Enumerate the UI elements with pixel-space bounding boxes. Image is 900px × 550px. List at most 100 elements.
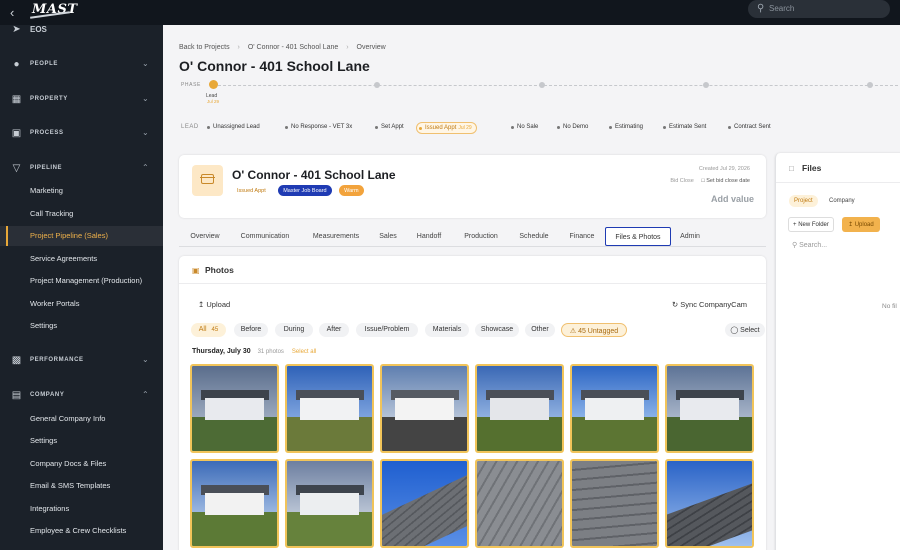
tab-handoff[interactable]: Handoff [412, 227, 446, 246]
photo-thumbnail[interactable] [190, 459, 279, 548]
back-arrow-icon[interactable]: ‹ [10, 5, 14, 20]
sidebar-item-company-settings[interactable]: Settings [0, 431, 163, 451]
photo-thumbnail[interactable] [285, 364, 374, 453]
files-search-placeholder: Search... [799, 242, 828, 249]
project-icon-box [192, 165, 223, 196]
photo-thumbnail[interactable] [190, 364, 279, 453]
people-icon: ● [13, 59, 20, 70]
sync-icon: ↻ [671, 300, 679, 309]
upload-photos-button[interactable]: ↥ Upload [198, 300, 230, 309]
lead-stage[interactable]: No Demo [555, 122, 592, 134]
sidebar-item-worker-portals[interactable]: Worker Portals [0, 294, 163, 314]
filter-chip-during[interactable]: During [275, 323, 313, 337]
lead-stage[interactable]: Unassigned Lead [205, 122, 264, 134]
temperature-badge[interactable]: Warm [339, 185, 364, 196]
select-button[interactable]: ◯ Select [725, 323, 765, 337]
lead-stage-active[interactable]: Issued Appt Jul 29 [416, 122, 477, 134]
photo-thumbnail[interactable] [380, 364, 469, 453]
sidebar-section-process[interactable]: ▣ PROCESS ⌄ [0, 124, 163, 144]
files-tab-project[interactable]: Project [789, 195, 818, 207]
sidebar-item-integrations[interactable]: Integrations [0, 499, 163, 519]
sidebar-item-label: Company Docs & Files [30, 459, 107, 468]
lead-stage[interactable]: No Response - VET 3x [283, 122, 356, 134]
board-badge[interactable]: Master Job Board [278, 185, 332, 196]
chevron-up-icon: ⌃ [142, 163, 149, 172]
tab-sales[interactable]: Sales [376, 227, 400, 246]
sidebar-item-call-tracking[interactable]: Call Tracking [0, 204, 163, 224]
sidebar-item-email-sms-templates[interactable]: Email & SMS Templates [0, 476, 163, 496]
lead-stage-label: LEAD [181, 124, 199, 130]
sidebar-section-eos[interactable]: ➤ EOS [0, 20, 163, 40]
sidebar-section-people[interactable]: ● PEOPLE ⌄ [0, 55, 163, 75]
filter-chip-materials[interactable]: Materials [425, 323, 469, 337]
filter-chip-all[interactable]: All 45 [191, 323, 226, 337]
photo-thumbnail[interactable] [380, 459, 469, 548]
folder-icon [200, 174, 215, 184]
photo-thumbnail[interactable] [285, 459, 374, 548]
tab-communication[interactable]: Communication [235, 227, 295, 246]
photo-thumbnail[interactable] [665, 364, 754, 453]
filter-chip-issue[interactable]: Issue/Problem [356, 323, 418, 337]
lead-stage[interactable]: Set Appt [373, 122, 408, 134]
photo-thumbnail[interactable] [665, 459, 754, 548]
sidebar-item-project-management[interactable]: Project Management (Production) [0, 271, 163, 291]
lead-stage-active-label: Issued Appt [425, 125, 457, 131]
tab-finance[interactable]: Finance [565, 227, 599, 246]
breadcrumb-back-link[interactable]: Back to Projects [179, 44, 230, 51]
files-search[interactable]: ⚲ Search... [792, 241, 827, 249]
sidebar-section-pipeline[interactable]: ▽ PIPELINE ⌃ [0, 159, 163, 179]
status-badge[interactable]: Issued Appt [232, 185, 271, 196]
filter-chip-untagged[interactable]: ⚠ 45 Untagged [561, 323, 627, 337]
tab-admin[interactable]: Admin [676, 227, 704, 246]
lead-stage[interactable]: No Sale [509, 122, 542, 134]
filter-chip-label: All [198, 326, 207, 333]
tab-schedule[interactable]: Schedule [515, 227, 553, 246]
breadcrumb-project-link[interactable]: O' Connor - 401 School Lane [248, 44, 338, 51]
files-upload-button[interactable]: ↥ Upload [842, 217, 880, 232]
sidebar-item-project-pipeline[interactable]: Project Pipeline (Sales) [0, 226, 163, 246]
phase-step[interactable] [867, 82, 873, 88]
lead-stage[interactable]: Estimate Sent [661, 122, 710, 134]
photo-date-heading: Thursday, July 30 [192, 348, 251, 355]
sidebar-item-crew-checklists[interactable]: Employee & Crew Checklists [0, 521, 163, 541]
sidebar-item-marketing[interactable]: Marketing [0, 181, 163, 201]
tab-files-photos[interactable]: Files & Photos [605, 227, 671, 246]
bid-close-link[interactable]: Set bid close date [706, 178, 750, 184]
phase-step-current[interactable] [209, 80, 218, 89]
calendar-icon: □ [701, 178, 705, 184]
tab-overview[interactable]: Overview [187, 227, 223, 246]
photo-thumbnail[interactable] [570, 459, 659, 548]
add-value-button[interactable]: Add value [711, 194, 754, 204]
lead-stage[interactable]: Estimating [607, 122, 647, 134]
sidebar-section-company[interactable]: ▤ COMPANY ⌃ [0, 386, 163, 406]
photo-thumbnail[interactable] [475, 364, 564, 453]
chevron-down-icon: ⌄ [142, 128, 149, 137]
filter-chip-after[interactable]: After [319, 323, 349, 337]
sidebar-section-label: PROCESS [30, 130, 64, 136]
upload-icon: ↥ [848, 221, 854, 228]
sidebar-section-performance[interactable]: ▩ PERFORMANCE ⌄ [0, 351, 163, 371]
sync-companycam-button[interactable]: ↻ Sync CompanyCam [672, 300, 747, 309]
phase-step[interactable] [374, 82, 380, 88]
lead-stage[interactable]: Contract Sent [726, 122, 775, 134]
select-all-link[interactable]: Select all [292, 349, 316, 355]
phase-step[interactable] [539, 82, 545, 88]
new-folder-button[interactable]: + New Folder [788, 217, 834, 232]
filter-chip-before[interactable]: Before [234, 323, 268, 337]
global-search[interactable]: ⚲ Search [748, 0, 890, 18]
filter-chip-showcase[interactable]: Showcase [475, 323, 519, 337]
filter-chip-other[interactable]: Other [525, 323, 555, 337]
files-empty-text: No fil [882, 303, 897, 310]
photo-thumbnail[interactable] [475, 459, 564, 548]
sidebar-item-service-agreements[interactable]: Service Agreements [0, 249, 163, 269]
sidebar-section-property[interactable]: ▦ PROPERTY ⌄ [0, 90, 163, 110]
tab-production[interactable]: Production [459, 227, 503, 246]
sidebar-item-company-docs[interactable]: Company Docs & Files [0, 454, 163, 474]
sidebar-item-general-company-info[interactable]: General Company Info [0, 409, 163, 429]
phase-step[interactable] [703, 82, 709, 88]
project-tabs: Overview Communication Measurements Sale… [179, 227, 766, 247]
tab-measurements[interactable]: Measurements [308, 227, 364, 246]
files-tab-company[interactable]: Company [824, 195, 860, 207]
photo-thumbnail[interactable] [570, 364, 659, 453]
sidebar-item-pipeline-settings[interactable]: Settings [0, 316, 163, 336]
